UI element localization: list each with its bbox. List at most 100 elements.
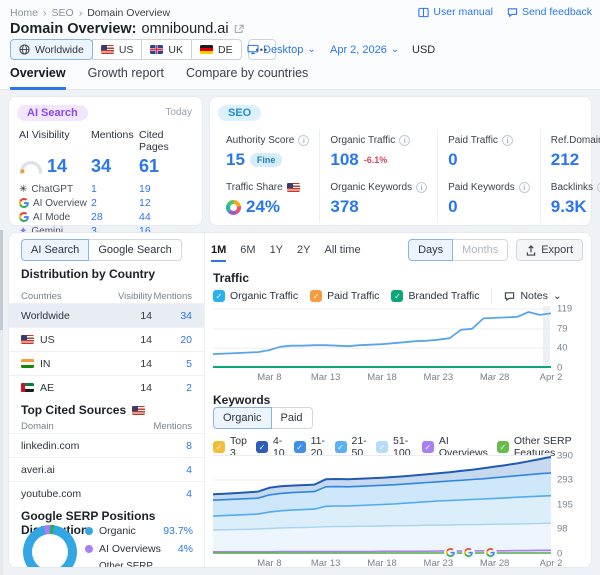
breadcrumb-seo[interactable]: SEO — [52, 7, 74, 19]
serp-legend-label: Other SERP Features — [99, 561, 173, 568]
keywords-x-axis: Mar 8Mar 13Mar 18Mar 23Mar 28Apr 2 — [213, 558, 551, 568]
external-link-icon[interactable] — [234, 24, 244, 34]
platform-label: AI Overview — [33, 198, 87, 209]
region-chip-de[interactable]: DE — [191, 39, 242, 60]
platform-mentions: 2 — [91, 197, 139, 209]
serp-legend-item[interactable]: AI Overviews 4% — [85, 543, 193, 555]
authority-score-value: 15 — [226, 150, 245, 170]
country-row-in[interactable]: IN 14 5 — [9, 351, 204, 375]
info-icon[interactable]: i — [502, 135, 513, 146]
organic-keywords-value[interactable]: 378 — [330, 197, 427, 217]
country-row-ae[interactable]: AE 14 2 — [9, 375, 204, 399]
country-name: IN — [40, 358, 51, 370]
source-domain: linkedin.com — [21, 440, 152, 452]
source-mentions: 4 — [152, 488, 192, 500]
country-row-worldwide[interactable]: Worldwide 14 34 — [9, 303, 204, 327]
date-dropdown[interactable]: Apr 2, 2026 ⌄ — [330, 39, 399, 60]
serp-legend-item[interactable]: Organic 93.7% — [85, 525, 193, 537]
cited-source-row[interactable]: averi.ai 4 — [9, 457, 204, 481]
user-manual-link[interactable]: User manual — [418, 6, 493, 18]
toggle-ai-search[interactable]: AI Search — [21, 239, 89, 261]
source-mentions: 8 — [152, 440, 192, 452]
tab-overview[interactable]: Overview — [10, 66, 66, 90]
toggle-organic[interactable]: Organic — [213, 407, 272, 429]
page-title: Domain Overview: — [10, 21, 137, 37]
info-icon[interactable]: i — [416, 182, 427, 193]
region-chip-uk[interactable]: UK — [141, 39, 192, 60]
currency-selector[interactable]: USD — [412, 39, 435, 60]
organic-traffic-delta: -6.1% — [364, 155, 388, 165]
serp-legend-value: 93.7% — [163, 525, 193, 537]
chevron-down-icon: ⌄ — [391, 46, 399, 54]
region-chip-us[interactable]: US — [92, 39, 143, 60]
page-scrollbar[interactable] — [0, 230, 3, 575]
scrollbar-thumb[interactable] — [0, 230, 3, 330]
paid-traffic-value[interactable]: 0 — [448, 150, 530, 170]
cited-pages-header: Cited Pages — [139, 129, 194, 153]
tab-growth-report[interactable]: Growth report — [88, 66, 164, 90]
seo-card: SEO Authority Scorei 15Fine Organic Traf… — [209, 96, 592, 226]
ref-domains-value[interactable]: 212 — [551, 150, 600, 170]
country-visibility: 14 — [118, 358, 152, 370]
chatgpt-icon: ✳ — [19, 184, 27, 195]
info-icon[interactable]: i — [298, 135, 309, 146]
traffic-x-axis: Mar 8Mar 13Mar 18Mar 23Mar 28Apr 2 — [213, 372, 551, 384]
traffic-y-axis: 11979400 — [557, 306, 583, 368]
tab-compare-by-countries[interactable]: Compare by countries — [186, 66, 308, 90]
country-visibility: 14 — [118, 310, 152, 322]
paid-keywords-value[interactable]: 0 — [448, 197, 530, 217]
left-column: Distribution by Country Countries Visibi… — [9, 233, 205, 567]
us-flag-icon — [287, 183, 300, 192]
backlinks-value[interactable]: 9.3K — [551, 197, 600, 217]
organic-traffic-checkbox[interactable]: Organic Traffic — [213, 290, 298, 302]
x-tick-label: Mar 8 — [257, 558, 281, 568]
toggle-days[interactable]: Days — [408, 239, 453, 261]
legend-label: Paid Traffic — [327, 290, 379, 302]
monitor-icon — [247, 44, 259, 55]
country-mentions: 20 — [152, 334, 192, 346]
keywords-type-toggle: Organic Paid — [213, 407, 313, 429]
google-g-icon[interactable] — [445, 547, 456, 558]
branded-traffic-checkbox[interactable]: Branded Traffic — [391, 290, 479, 302]
keywords-chart[interactable] — [213, 453, 551, 554]
source-domain: youtube.com — [21, 488, 152, 500]
ai-visibility-header: AI Visibility — [19, 129, 91, 153]
google-g-icon[interactable] — [463, 547, 474, 558]
checkbox-icon — [376, 441, 388, 453]
y-tick-label: 195 — [557, 499, 573, 510]
country-mentions: 2 — [152, 382, 192, 394]
region-chip-worldwide[interactable]: Worldwide — [10, 39, 93, 60]
cited-source-row[interactable]: youtube.com 4 — [9, 481, 204, 505]
checkbox-icon — [213, 441, 225, 453]
send-feedback-link[interactable]: Send feedback — [507, 6, 592, 18]
breadcrumb: Home › SEO › Domain Overview — [10, 7, 170, 19]
breadcrumb-home[interactable]: Home — [10, 7, 38, 19]
organic-dot-icon — [85, 527, 93, 535]
serp-legend-label: AI Overviews — [99, 543, 161, 555]
y-tick-label: 119 — [557, 303, 572, 314]
notes-dropdown[interactable]: Notes ⌄ — [504, 290, 561, 302]
platform-mentions: 1 — [91, 183, 139, 195]
country-visibility: 14 — [118, 334, 152, 346]
metric-label: Traffic Share — [226, 182, 283, 193]
platform-cited: 19 — [139, 183, 194, 195]
country-mentions: 34 — [152, 310, 192, 322]
checkbox-icon — [310, 290, 322, 302]
traffic-chart[interactable] — [213, 306, 551, 368]
country-row-us[interactable]: US 14 20 — [9, 327, 204, 351]
info-icon[interactable]: i — [399, 135, 410, 146]
metric-label: Paid Traffic — [448, 135, 498, 146]
paid-traffic-checkbox[interactable]: Paid Traffic — [310, 290, 379, 302]
col-mentions: Mentions — [152, 291, 192, 302]
currency-label: USD — [412, 44, 435, 56]
device-dropdown[interactable]: Desktop ⌄ — [247, 39, 316, 60]
serp-legend-item[interactable]: Other SERP Features 2.4% — [85, 561, 203, 568]
google-g-icon[interactable] — [485, 547, 496, 558]
y-tick-label: 98 — [557, 524, 568, 535]
col-countries: Countries — [21, 291, 118, 302]
organic-traffic-value[interactable]: 108 — [330, 150, 358, 170]
toggle-paid[interactable]: Paid — [271, 407, 313, 429]
traffic-share-value: 24% — [246, 197, 280, 217]
info-icon[interactable]: i — [519, 182, 530, 193]
cited-source-row[interactable]: linkedin.com 8 — [9, 433, 204, 457]
